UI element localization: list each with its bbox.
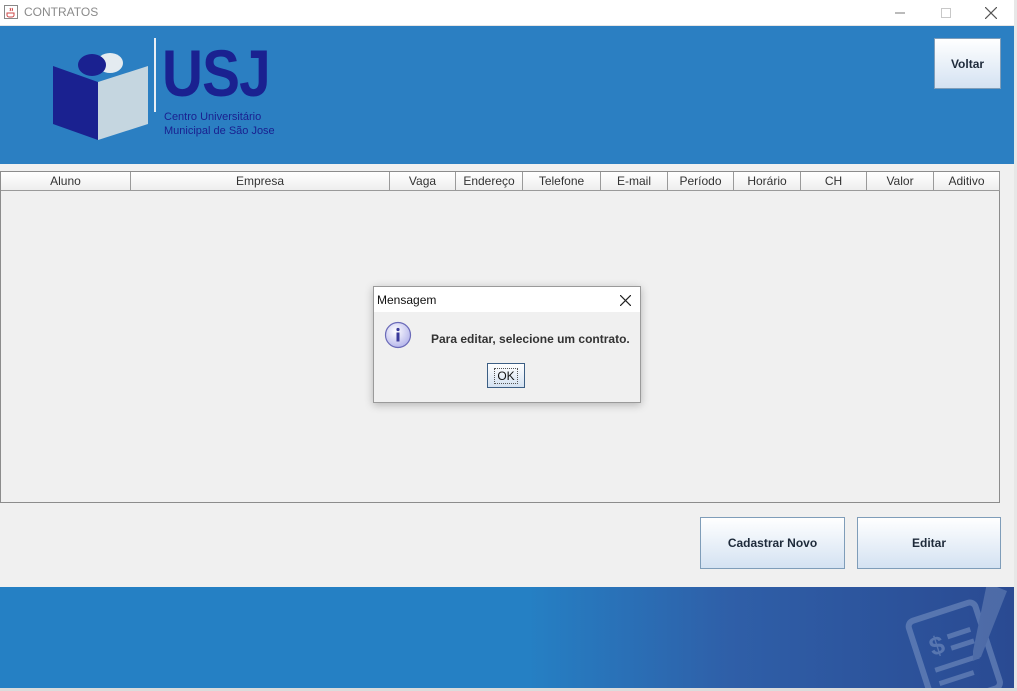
column-header-endereco[interactable]: Endereço [456, 172, 523, 191]
logo-text: USJ [162, 36, 271, 110]
dialog-message: Para editar, selecione um contrato. [431, 332, 630, 346]
dialog-titlebar: Mensagem [374, 287, 640, 312]
header-banner: USJ Centro Universitário Municipal de Sã… [0, 26, 1014, 164]
contract-document-icon: $ [905, 587, 1007, 688]
dialog-close-button[interactable] [610, 290, 640, 310]
close-button[interactable] [968, 0, 1014, 25]
maximize-icon [941, 7, 951, 18]
minimize-icon [895, 12, 905, 13]
dialog-ok-button[interactable]: OK [487, 363, 525, 388]
table-header: Aluno Empresa Vaga Endereço Telefone E-m… [1, 172, 1000, 192]
column-header-email[interactable]: E-mail [601, 172, 668, 191]
info-icon [384, 321, 412, 349]
close-icon [619, 294, 631, 306]
register-new-button[interactable]: Cadastrar Novo [700, 517, 845, 569]
column-header-horario[interactable]: Horário [734, 172, 801, 191]
column-header-valor[interactable]: Valor [867, 172, 934, 191]
footer-banner: $ [0, 587, 1014, 688]
minimize-button[interactable] [877, 0, 923, 25]
column-header-empresa[interactable]: Empresa [131, 172, 390, 191]
ok-label: OK [494, 367, 518, 384]
maximize-button[interactable] [923, 0, 969, 25]
logo-subtitle-line2: Municipal de São Jose [164, 125, 275, 137]
back-button[interactable]: Voltar [934, 38, 1001, 89]
column-header-periodo[interactable]: Período [668, 172, 734, 191]
java-cup-icon [4, 5, 18, 19]
svg-text:$: $ [925, 629, 949, 662]
message-dialog: Mensagem Para editar, selecione um contr… [373, 286, 641, 403]
logo-divider [154, 38, 156, 112]
dialog-title: Mensagem [377, 293, 437, 307]
window-titlebar: CONTRATOS [0, 0, 1015, 26]
logo-subtitle-line1: Centro Universitário [164, 111, 262, 123]
usj-logo-cube-icon [53, 53, 148, 140]
window-title: CONTRATOS [24, 5, 99, 19]
column-header-telefone[interactable]: Telefone [523, 172, 601, 191]
close-icon [985, 6, 997, 19]
column-header-aditivo[interactable]: Aditivo [934, 172, 1000, 191]
column-header-vaga[interactable]: Vaga [390, 172, 456, 191]
column-header-aluno[interactable]: Aluno [1, 172, 131, 191]
column-header-ch[interactable]: CH [801, 172, 867, 191]
edit-button[interactable]: Editar [857, 517, 1001, 569]
